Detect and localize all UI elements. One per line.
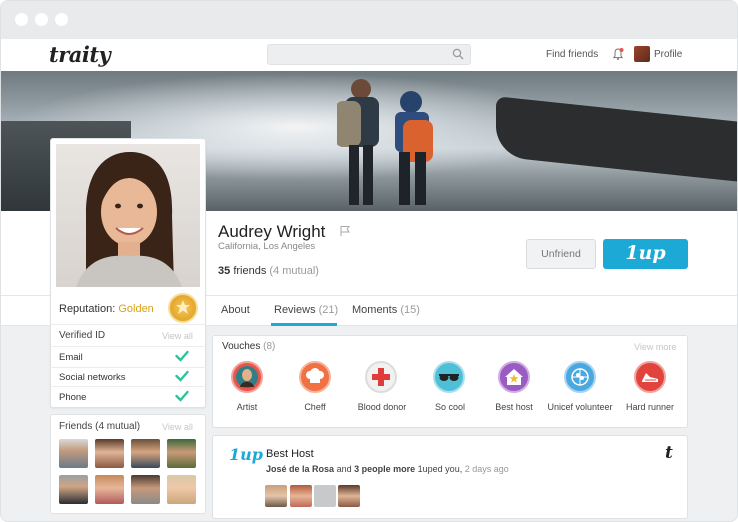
flag-icon[interactable] [339, 225, 351, 237]
friend-avatar[interactable] [167, 475, 196, 504]
running-shoe-icon[interactable] [634, 361, 666, 393]
tab-about[interactable]: About [221, 304, 250, 316]
friends-count[interactable]: 35 friends (4 mutual) [218, 265, 319, 277]
profile-photo[interactable] [56, 144, 200, 287]
friend-avatar[interactable] [131, 475, 160, 504]
verification-email: Email [59, 352, 83, 363]
reviewer-avatar[interactable] [314, 485, 336, 507]
friend-avatar[interactable] [95, 439, 124, 468]
review-meta: José de la Rosa and 3 people more 1uped … [266, 464, 509, 474]
mona-lisa-icon[interactable] [231, 361, 263, 393]
mutual-count: (4 mutual) [269, 265, 319, 277]
divider [50, 386, 206, 387]
tab-reviews[interactable]: Reviews (21) [274, 304, 338, 316]
bell-icon[interactable] [611, 47, 625, 61]
window-minimize-dot[interactable] [35, 13, 48, 26]
vouches-label: Vouches [222, 341, 261, 352]
chef-hat-icon[interactable] [299, 361, 331, 393]
review-author-link[interactable]: José de la Rosa [266, 464, 334, 474]
find-friends-link[interactable]: Find friends [546, 49, 598, 60]
verified-view-all-link[interactable]: View all [162, 331, 193, 341]
window-maximize-dot[interactable] [55, 13, 68, 26]
reputation-label: Reputation: Golden [59, 303, 154, 315]
friends-title: Friends (4 mutual) [59, 421, 141, 432]
search-icon[interactable] [452, 48, 464, 60]
vouch-label-unicef-volunteer: Unicef volunteer [547, 402, 613, 412]
sunglasses-icon[interactable] [433, 361, 465, 393]
review-action: 1uped you, [417, 464, 463, 474]
friend-avatar[interactable] [59, 475, 88, 504]
browser-window: traity Find friends Profile Audrey Wrigh… [0, 0, 738, 522]
window-close-dot[interactable] [15, 13, 28, 26]
profile-location: California, Los Angeles [218, 241, 316, 252]
divider [50, 346, 206, 347]
reputation-value: Golden [118, 303, 154, 315]
friends-count-number: 35 [218, 265, 231, 277]
vouches-title: Vouches (8) [222, 341, 275, 352]
active-tab-indicator [271, 323, 337, 326]
friend-avatar[interactable] [95, 475, 124, 504]
divider [50, 324, 206, 325]
reviewer-avatar[interactable] [265, 485, 287, 507]
reputation-title: Reputation: [59, 303, 116, 315]
review-title: Best Host [266, 448, 314, 460]
search-input[interactable] [267, 44, 471, 65]
friends-count-word: friends [233, 265, 267, 277]
unfriend-button[interactable]: Unfriend [526, 239, 596, 269]
verification-social-networks: Social networks [59, 372, 126, 383]
unicef-icon[interactable] [564, 361, 596, 393]
vouches-count: (8) [263, 341, 276, 352]
golden-badge-icon[interactable] [168, 293, 198, 323]
profile-name: Audrey Wright [218, 222, 326, 241]
vouches-view-more-link[interactable]: View more [634, 342, 676, 352]
traity-mark-icon: t [665, 443, 673, 463]
profile-link[interactable]: Profile [654, 49, 682, 60]
oneup-button[interactable]: 1up [603, 239, 688, 269]
medical-cross-icon[interactable] [365, 361, 397, 393]
reviewer-avatar[interactable] [290, 485, 312, 507]
check-icon [175, 370, 189, 382]
traity-logo[interactable]: traity [49, 42, 111, 67]
tab-count: (15) [400, 304, 420, 316]
tab-label: Moments [352, 304, 398, 316]
review-and: and [336, 464, 352, 474]
check-icon [175, 350, 189, 362]
browser-chrome [1, 1, 737, 39]
check-icon [175, 390, 189, 402]
reviewer-avatar[interactable] [338, 485, 360, 507]
oneup-logo: 1up [229, 445, 263, 464]
friends-view-all-link[interactable]: View all [162, 422, 193, 432]
divider [50, 367, 206, 368]
review-more-people-link[interactable]: 3 people more [354, 464, 415, 474]
friend-avatar[interactable] [131, 439, 160, 468]
friend-avatar[interactable] [59, 439, 88, 468]
tab-label: Reviews [274, 304, 316, 316]
tab-label: About [221, 304, 250, 316]
house-star-icon[interactable] [498, 361, 530, 393]
friend-avatar[interactable] [167, 439, 196, 468]
avatar[interactable] [634, 46, 650, 62]
verified-id-title: Verified ID [59, 330, 106, 341]
verification-phone: Phone [59, 392, 87, 403]
review-time: 2 days ago [464, 464, 509, 474]
tab-count: (21) [318, 304, 339, 316]
tab-moments[interactable]: Moments (15) [352, 304, 420, 316]
vouch-label-hard-runner: Hard runner [625, 402, 675, 412]
